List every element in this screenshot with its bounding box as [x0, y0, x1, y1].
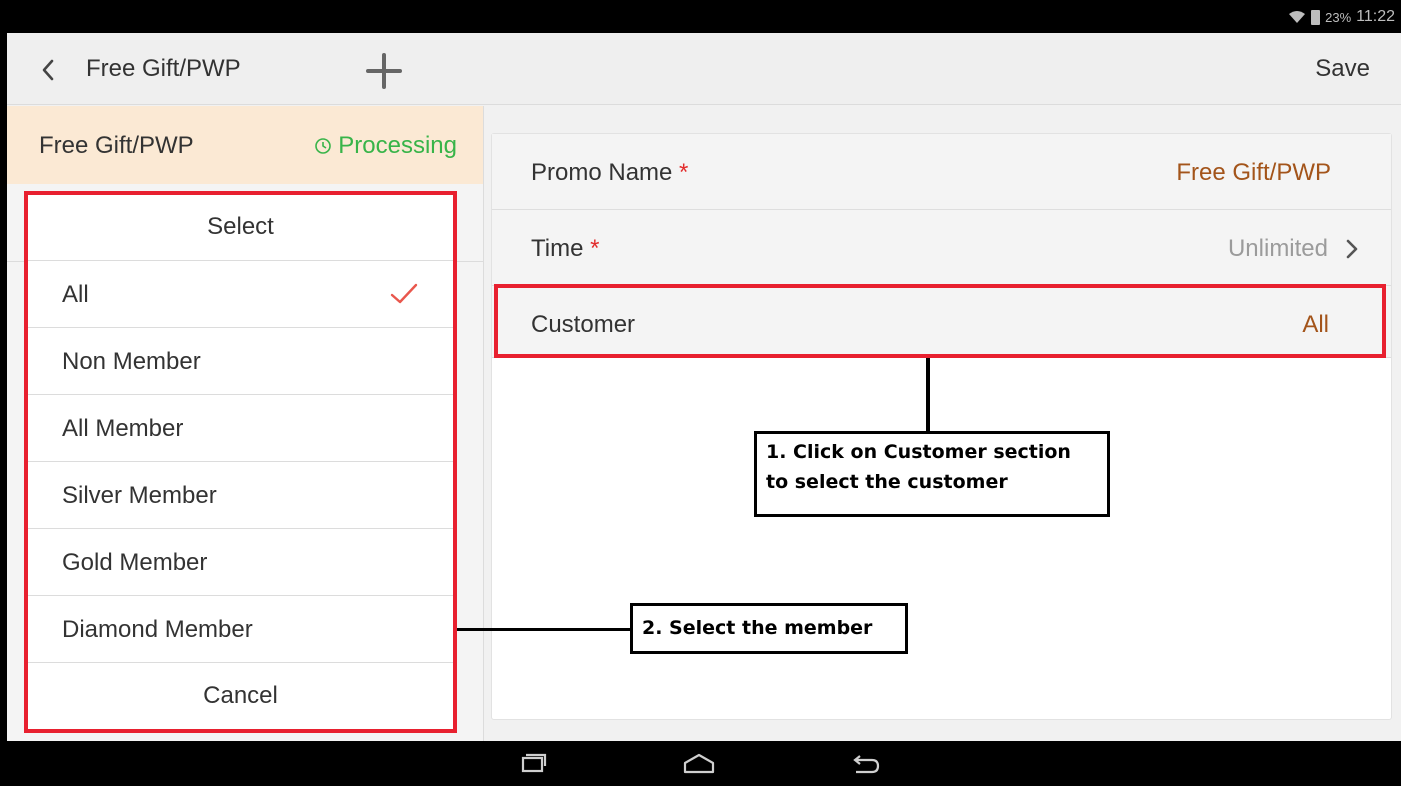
status-bar: 23% 11:22 [0, 0, 1401, 33]
option-all[interactable]: All [26, 260, 455, 327]
recent-apps-icon[interactable] [516, 751, 550, 777]
option-label: Silver Member [62, 482, 217, 509]
save-button[interactable]: Save [1315, 55, 1370, 83]
option-silver-member[interactable]: Silver Member [26, 461, 455, 528]
callout-text: 2. Select the member [642, 617, 873, 639]
system-nav-bar [0, 741, 1401, 786]
callout-text: 1. Click on Customer section [766, 441, 1071, 463]
promo-detail-form: Promo Name * Free Gift/PWP Time * Unlimi… [491, 133, 1392, 720]
promo-list-item[interactable]: Free Gift/PWP Processing [7, 106, 483, 184]
home-icon[interactable] [682, 751, 716, 777]
promo-name-label: Promo Name * [531, 159, 689, 186]
time-label: Time * [531, 235, 600, 262]
option-label: Diamond Member [62, 616, 253, 643]
callout-step2: 2. Select the member [630, 603, 908, 654]
chevron-right-icon [1346, 239, 1358, 259]
callout-text: to select the customer [766, 471, 1008, 493]
wifi-icon [1289, 11, 1306, 23]
clock-icon [315, 138, 332, 154]
time-row[interactable]: Time * Unlimited [492, 210, 1391, 286]
status-badge: Processing [314, 132, 457, 160]
top-bar: Free Gift/PWP Save [7, 33, 1401, 105]
callout-step1: 1. Click on Customer section to select t… [754, 431, 1110, 517]
customer-row[interactable]: Customer All [492, 286, 1391, 358]
option-label: All [62, 281, 89, 308]
cancel-button[interactable]: Cancel [26, 662, 455, 729]
promo-name-row[interactable]: Promo Name * Free Gift/PWP [492, 134, 1391, 210]
clock-time: 11:22 [1356, 8, 1395, 25]
member-select-dialog: Select All Non Member All Member Silver … [26, 193, 455, 731]
plus-icon[interactable] [364, 51, 404, 91]
customer-value: All [1302, 311, 1329, 338]
back-icon[interactable] [848, 751, 882, 777]
status-indicators: 23% 11:22 [1288, 8, 1395, 26]
status-text: Processing [338, 132, 457, 159]
battery-icon [1311, 9, 1321, 25]
option-label: Non Member [62, 348, 201, 375]
callout-connector [926, 358, 930, 432]
time-value: Unlimited [1227, 235, 1328, 262]
callout-connector [457, 628, 632, 631]
page-title: Free Gift/PWP [86, 55, 241, 82]
back-chevron-icon[interactable] [37, 57, 59, 83]
option-gold-member[interactable]: Gold Member [26, 528, 455, 595]
promo-item-name: Free Gift/PWP [39, 132, 194, 159]
option-label: All Member [62, 415, 184, 442]
check-icon [390, 283, 418, 304]
dialog-title: Select [207, 213, 274, 240]
option-non-member[interactable]: Non Member [26, 327, 455, 394]
option-all-member[interactable]: All Member [26, 394, 455, 461]
option-label: Gold Member [62, 549, 208, 576]
promo-name-value: Free Gift/PWP [1176, 159, 1331, 186]
option-diamond-member[interactable]: Diamond Member [26, 595, 455, 662]
battery-percent: 23% [1325, 9, 1352, 25]
customer-label: Customer [531, 311, 636, 338]
